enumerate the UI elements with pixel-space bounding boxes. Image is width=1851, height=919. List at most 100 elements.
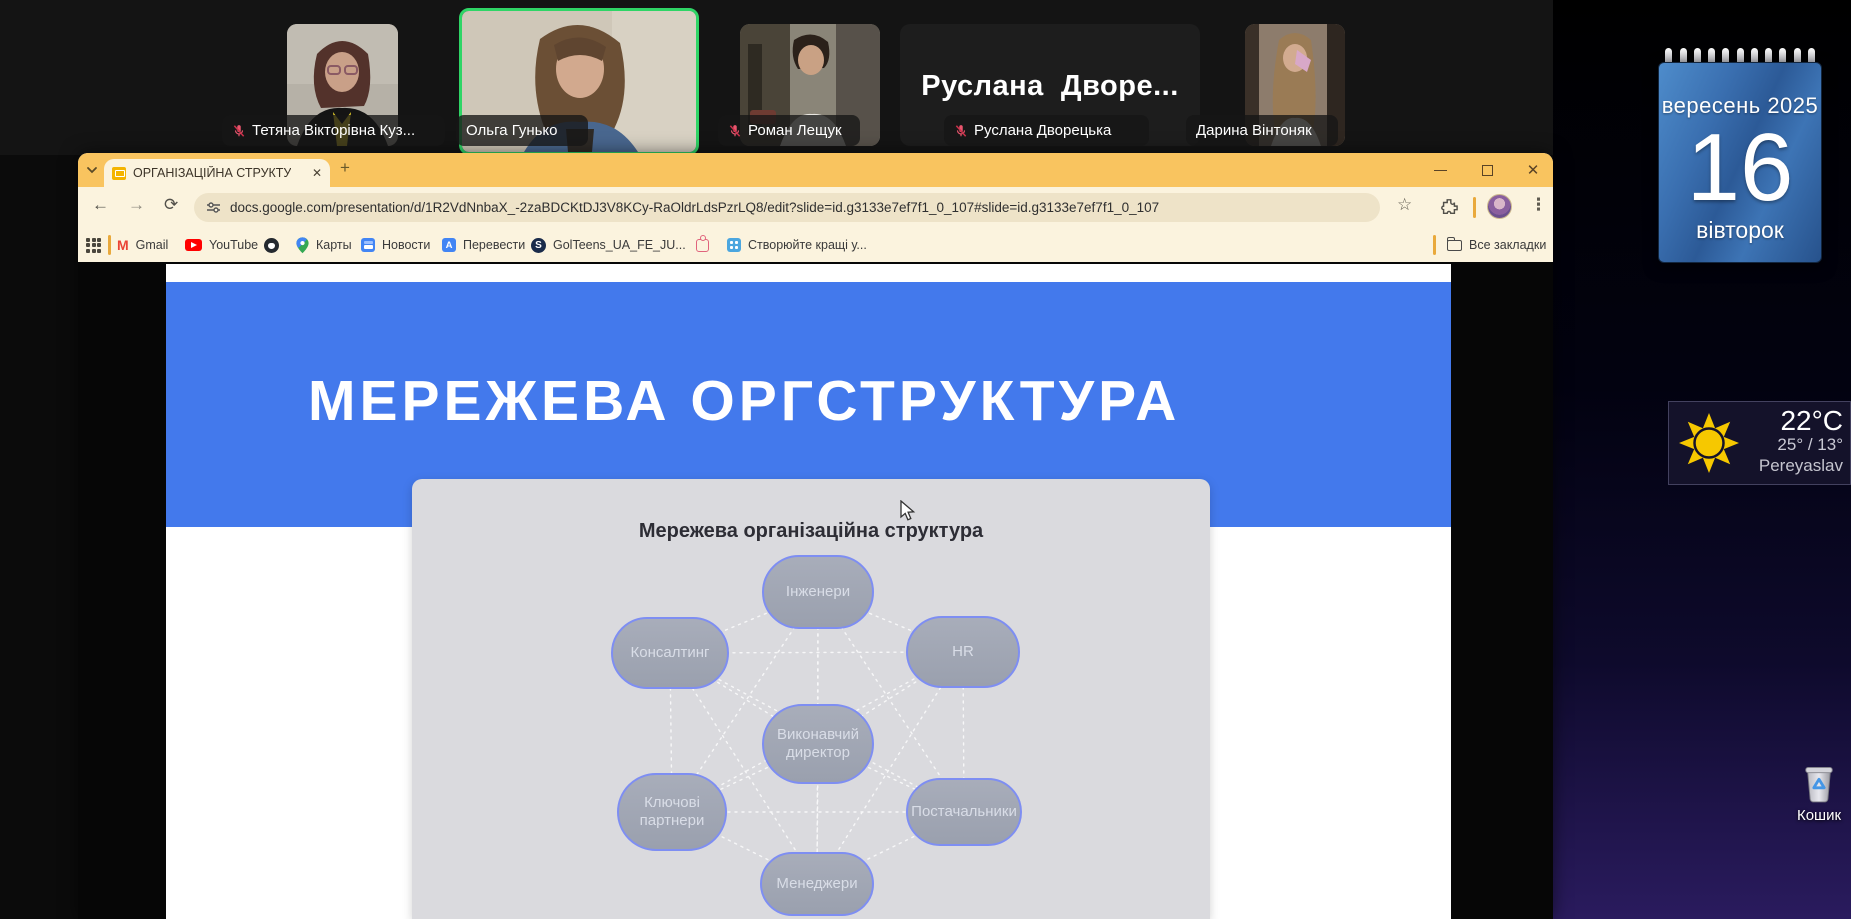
diagram-node-executive-director: Виконавчий директор: [762, 704, 874, 784]
browser-toolbar: ← → ⟳ docs.google.com/presentation/d/1R2…: [78, 187, 1553, 228]
apps-grid-icon: [86, 237, 101, 253]
participant-name-pill: Ольга Гунько: [456, 115, 588, 146]
bookmark-news[interactable]: Новости: [361, 228, 430, 262]
weather-high-low: 25° / 13°: [1777, 435, 1843, 455]
weather-temperature: 22°C: [1780, 405, 1843, 436]
participant-name-pill: Роман Лещук: [718, 115, 860, 146]
maximize-icon: [1481, 164, 1493, 176]
all-bookmarks-label: Все закладки: [1469, 238, 1547, 252]
site-s-icon: S: [531, 237, 546, 253]
bookmark-youtube[interactable]: YouTube: [185, 228, 258, 262]
bookmark-golteens[interactable]: S GolTeens_UA_FE_JU...: [531, 228, 686, 262]
toolbar-separator: [1473, 197, 1476, 218]
site-settings-tune-icon[interactable]: [206, 200, 221, 215]
participant-name-pill: Тетяна Вікторівна Куз...: [222, 115, 445, 146]
github-icon: [264, 237, 279, 253]
bookmark-create-better[interactable]: Створюйте кращі у...: [727, 228, 867, 262]
google-slides-favicon: [112, 166, 126, 180]
window-maximize-button[interactable]: [1467, 153, 1507, 187]
bookmark-maps[interactable]: Карты: [296, 228, 352, 262]
screen: вересень 2025 16 вівторок 22°C 25° / 13°…: [0, 0, 1851, 919]
participant-name: Руслана Дворецька: [974, 122, 1112, 139]
url-text: docs.google.com/presentation/d/1R2VdNnba…: [230, 200, 1160, 215]
recycle-bin-label: Кошик: [1796, 807, 1842, 824]
participant-name-pill: Руслана Дворецька: [944, 115, 1149, 146]
bookmark-pink-extension[interactable]: [696, 228, 709, 262]
news-icon: [361, 238, 375, 252]
reload-button[interactable]: ⟳: [164, 195, 178, 215]
slide-title: МЕРЕЖЕВА ОРГСТРУКТУРА: [308, 369, 1181, 433]
diagram-node-suppliers: Постачальники: [906, 778, 1022, 846]
blue-dots-icon: [727, 238, 741, 252]
youtube-icon: [185, 239, 202, 251]
participant-name: Роман Лещук: [748, 122, 842, 139]
presentation-slide[interactable]: МЕРЕЖЕВА ОРГСТРУКТУРА Мережева організац…: [166, 264, 1451, 919]
calendar-weekday: вівторок: [1696, 216, 1784, 243]
window-close-button[interactable]: ✕: [1513, 153, 1553, 187]
pink-extension-icon: [696, 234, 709, 252]
bookmark-github[interactable]: [264, 228, 279, 262]
participant-name: Тетяна Вікторівна Куз...: [252, 122, 416, 139]
gmail-icon: M: [117, 237, 129, 253]
weather-widget[interactable]: 22°C 25° / 13° Pereyaslav: [1668, 401, 1851, 485]
calendar-day: 16: [1686, 114, 1794, 221]
maps-pin-icon: [296, 236, 309, 253]
bookmark-label: Створюйте кращі у...: [748, 238, 867, 252]
profile-avatar[interactable]: [1487, 194, 1512, 219]
mic-muted-icon: [233, 124, 245, 137]
browser-tab-strip: ОРГАНІЗАЦІЙНА СТРУКТУРА - ✕ + ✕: [78, 153, 1553, 187]
browser-tab-active[interactable]: ОРГАНІЗАЦІЙНА СТРУКТУРА - ✕: [104, 159, 330, 187]
mic-muted-icon: [729, 124, 741, 137]
bookmark-star-icon[interactable]: ☆: [1397, 195, 1412, 215]
forward-button[interactable]: →: [128, 195, 145, 215]
browser-content: МЕРЕЖЕВА ОРГСТРУКТУРА Мережева організац…: [78, 262, 1553, 919]
browser-menu-icon[interactable]: ⋮: [1530, 195, 1547, 215]
bookmark-gmail[interactable]: M Gmail: [117, 228, 168, 262]
calendar-widget[interactable]: вересень 2025 16 вівторок: [1658, 62, 1822, 263]
video-strip: Руслана Дворе... Тетяна Вікторівна Куз..…: [0, 0, 1553, 155]
recycle-bin-icon: [1805, 767, 1833, 803]
diagram-card: Мережева організаційна структура Інженер…: [412, 479, 1210, 919]
sun-icon: [1679, 413, 1739, 473]
extensions-puzzle-icon[interactable]: [1440, 198, 1458, 216]
close-icon: ✕: [1526, 161, 1540, 179]
folder-icon: [1447, 236, 1462, 251]
diagram-title: Мережева організаційна структура: [638, 520, 984, 542]
back-button[interactable]: ←: [92, 195, 109, 215]
bookmark-label: Gmail: [135, 238, 169, 252]
diagram-node-hr: HR: [906, 616, 1020, 688]
diagram-node-consulting: Консалтинг: [611, 617, 729, 689]
participant-name: Дарина Вінтоняк: [1196, 122, 1312, 139]
tab-search-chevron-icon[interactable]: [86, 164, 98, 176]
bookmark-label: Карты: [316, 238, 352, 252]
all-bookmarks-button[interactable]: Все закладки: [1447, 228, 1546, 262]
weather-location: Pereyaslav: [1758, 455, 1843, 475]
translate-icon: A: [439, 235, 456, 252]
minimize-icon: [1433, 169, 1447, 171]
recycle-bin[interactable]: Кошик: [1790, 764, 1848, 824]
bookmark-translate[interactable]: A Перевести: [439, 228, 526, 262]
participant-name-pill: Дарина Вінтоняк: [1186, 115, 1338, 146]
address-bar[interactable]: docs.google.com/presentation/d/1R2VdNnba…: [194, 193, 1380, 222]
diagram-node-managers: Менеджери: [760, 852, 874, 916]
new-tab-button[interactable]: +: [340, 158, 350, 178]
participant-name: Ольга Гунько: [466, 122, 558, 139]
bookmark-label: Перевести: [463, 238, 526, 252]
bookmark-label: YouTube: [209, 238, 259, 252]
mouse-cursor: [900, 500, 916, 521]
tab-close-icon[interactable]: ✕: [312, 166, 322, 180]
bookmarks-separator: [1433, 235, 1436, 255]
bookmarks-separator: [108, 235, 111, 255]
bookmark-label: Новости: [382, 238, 431, 252]
apps-grid-button[interactable]: [86, 228, 101, 262]
diagram-node-key-partners: Ключові партнери: [617, 773, 727, 851]
mic-muted-icon: [955, 124, 967, 137]
window-minimize-button[interactable]: [1420, 153, 1460, 187]
browser-window: ОРГАНІЗАЦІЙНА СТРУКТУРА - ✕ + ✕ ← → ⟳ do…: [78, 153, 1553, 919]
participant-display-name: Руслана Дворе...: [921, 70, 1179, 102]
desktop-background: вересень 2025 16 вівторок 22°C 25° / 13°…: [1553, 0, 1851, 919]
tab-title: ОРГАНІЗАЦІЙНА СТРУКТУРА -: [133, 166, 291, 180]
bookmarks-bar: M Gmail YouTube Карты Новости A Перевест…: [78, 228, 1553, 262]
diagram-node-engineers: Інженери: [762, 555, 874, 629]
bookmark-label: GolTeens_UA_FE_JU...: [553, 238, 686, 252]
